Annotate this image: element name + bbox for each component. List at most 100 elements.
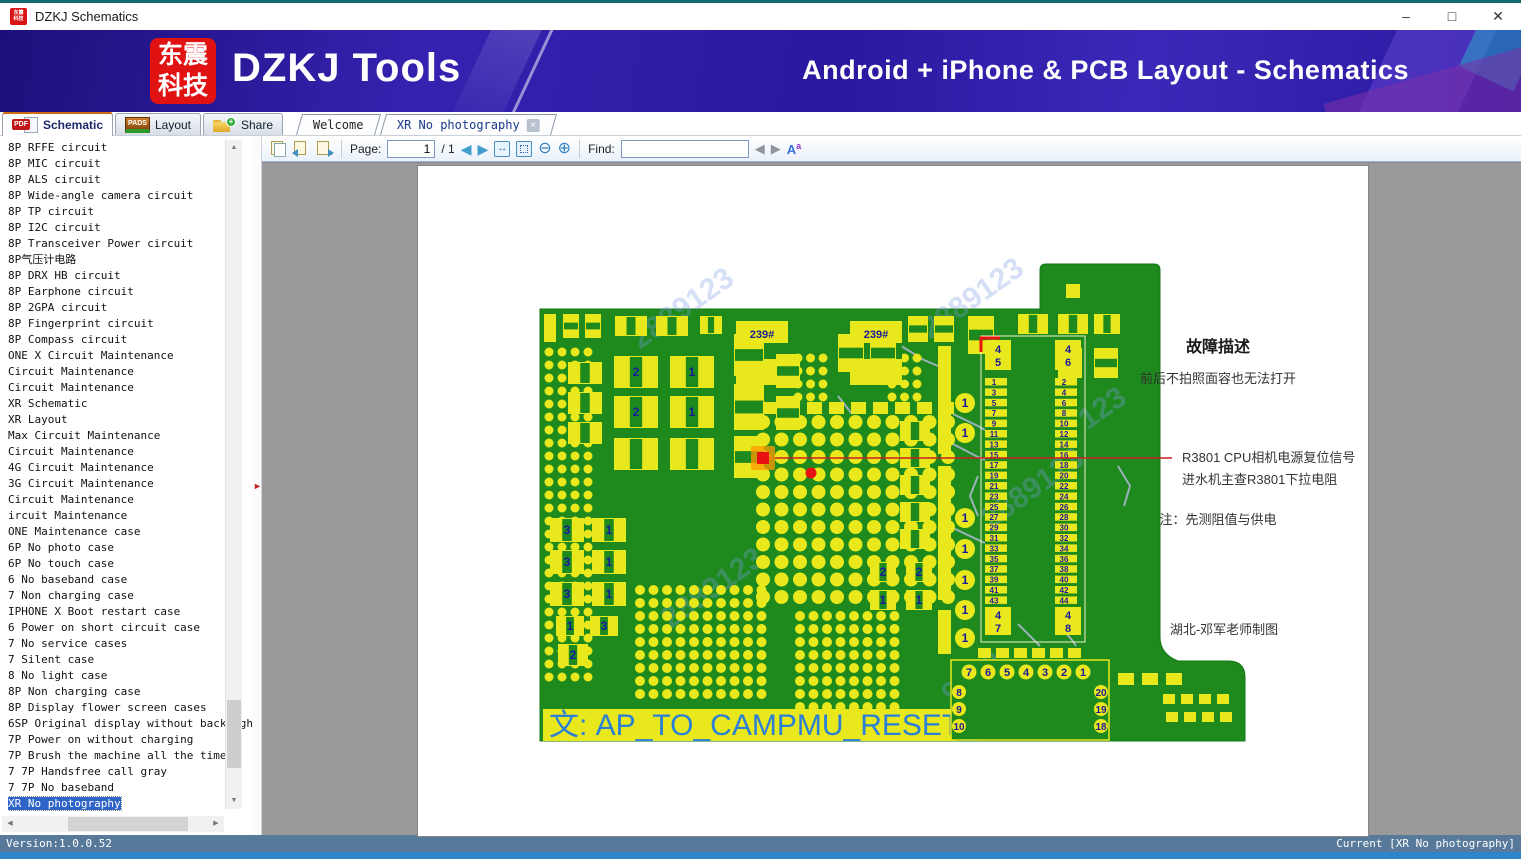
sidebar-splitter[interactable]: ►	[252, 136, 262, 835]
scrollbar-thumb[interactable]	[68, 817, 188, 831]
fit-page-icon[interactable]	[516, 140, 533, 157]
list-item[interactable]: 6SP Original display without backlight	[8, 716, 252, 732]
svg-text:7: 7	[992, 409, 997, 418]
svg-text:21: 21	[990, 482, 999, 491]
list-item[interactable]: Circuit Maintenance	[8, 444, 252, 460]
next-page-icon[interactable]: ▶	[477, 142, 488, 156]
svg-text:6: 6	[985, 667, 991, 679]
tab-schematic[interactable]: PDF Schematic	[2, 112, 114, 136]
share-icon: +	[213, 116, 236, 133]
list-item[interactable]: 8P气压计电路	[8, 252, 252, 268]
scrollbar-thumb[interactable]	[227, 700, 241, 768]
list-item[interactable]: Circuit Maintenance	[8, 492, 252, 508]
find-previous-icon[interactable]: ◀	[755, 141, 765, 156]
list-item[interactable]: 7P Power on without charging	[8, 732, 252, 748]
find-next-icon[interactable]: ▶	[771, 141, 781, 156]
list-item[interactable]: 8P Compass circuit	[8, 332, 252, 348]
scroll-left-icon[interactable]: ◀	[2, 816, 18, 832]
minimize-button[interactable]: –	[1383, 3, 1429, 30]
list-item[interactable]: 7 No service cases	[8, 636, 252, 652]
svg-text:20: 20	[1095, 688, 1107, 699]
font-size-icon[interactable]: Aa	[787, 141, 801, 157]
list-item[interactable]: 8P I2C circuit	[8, 220, 252, 236]
svg-text:8: 8	[1062, 409, 1067, 418]
list-item[interactable]: 8P Fingerprint circuit	[8, 316, 252, 332]
sidebar-vertical-scrollbar[interactable]: ▲ ▼	[225, 140, 242, 809]
list-item[interactable]: ONE Maintenance case	[8, 524, 252, 540]
page-input[interactable]	[387, 139, 436, 158]
list-item[interactable]: XR Schematic	[8, 396, 252, 412]
list-item[interactable]: IPHONE X Boot restart case	[8, 604, 252, 620]
svg-text:故障描述: 故障描述	[1186, 337, 1250, 356]
list-item[interactable]: 8P Wide-angle camera circuit	[8, 188, 252, 204]
list-item[interactable]: 6 No baseband case	[8, 572, 252, 588]
doc-tab-xr-no-photography[interactable]: XR No photography ×	[379, 114, 557, 135]
scroll-right-icon[interactable]: ▶	[208, 816, 224, 832]
svg-text:1: 1	[916, 593, 923, 607]
svg-text:35: 35	[990, 555, 999, 564]
list-item[interactable]: 8P 2GPA circuit	[8, 300, 252, 316]
list-item[interactable]: 8P MIC circuit	[8, 156, 252, 172]
list-item[interactable]: 8P TP circuit	[8, 204, 252, 220]
tab-share[interactable]: + Share	[203, 113, 284, 135]
list-item[interactable]: 8P RFFE circuit	[8, 140, 252, 156]
svg-text:10: 10	[1060, 420, 1069, 429]
svg-text:湖北-邓军老师制图: 湖北-邓军老师制图	[1170, 622, 1278, 637]
page-label: Page:	[350, 141, 382, 156]
maximize-button[interactable]: □	[1429, 3, 1475, 30]
list-item[interactable]: 8P Transceiver Power circuit	[8, 236, 252, 252]
list-item[interactable]: Max Circuit Maintenance	[8, 428, 252, 444]
tab-label: Layout	[154, 117, 191, 132]
list-item[interactable]: 6 Power on short circuit case	[8, 620, 252, 636]
list-item[interactable]: ircuit Maintenance	[8, 508, 252, 524]
list-item[interactable]: XR Layout	[8, 412, 252, 428]
list-item[interactable]: 3G Circuit Maintenance	[8, 476, 252, 492]
list-item[interactable]: 7 7P No baseband	[8, 780, 252, 796]
svg-text:1: 1	[962, 631, 969, 645]
prev-document-icon[interactable]	[292, 140, 310, 157]
list-item[interactable]: 8 No light case	[8, 668, 252, 684]
previous-page-icon[interactable]: ◀	[461, 142, 472, 156]
list-item[interactable]: Circuit Maintenance	[8, 364, 252, 380]
list-item[interactable]: 8P Display flower screen cases	[8, 700, 252, 716]
list-item[interactable]: 4G Circuit Maintenance	[8, 460, 252, 476]
brand-tagline: Android + iPhone & PCB Layout - Schemati…	[802, 55, 1409, 85]
list-item[interactable]: 8P Non charging case	[8, 684, 252, 700]
list-item[interactable]: 6P No touch case	[8, 556, 252, 572]
list-item[interactable]: 8P DRX HB circuit	[8, 268, 252, 284]
list-item[interactable]: 7P Brush the machine all the time	[8, 748, 252, 764]
list-item[interactable]: 7 Non charging case	[8, 588, 252, 604]
scroll-up-icon[interactable]: ▲	[226, 140, 242, 156]
copy-page-icon[interactable]	[270, 140, 287, 157]
svg-text:4: 4	[1065, 610, 1072, 622]
list-item[interactable]: XR No photography	[8, 796, 252, 812]
list-item[interactable]: 8P ALS circuit	[8, 172, 252, 188]
svg-text:22: 22	[1060, 482, 1069, 491]
svg-text:1: 1	[992, 378, 997, 387]
sidebar-horizontal-scrollbar[interactable]: ◀ ▶	[2, 816, 224, 832]
find-input[interactable]	[620, 139, 749, 158]
list-item[interactable]: ONE X Circuit Maintenance	[8, 348, 252, 364]
fit-width-icon[interactable]: ↔	[494, 140, 511, 157]
svg-text:2: 2	[633, 405, 640, 419]
close-icon[interactable]: ×	[526, 118, 540, 132]
svg-text:41: 41	[990, 586, 999, 595]
list-item[interactable]: 8P Earphone circuit	[8, 284, 252, 300]
schematic-sidebar: 8P RFFE circuit 8P MIC circuit 8P ALS circ…	[0, 136, 252, 835]
splitter-collapse-icon[interactable]: ►	[253, 481, 262, 491]
close-button[interactable]: ✕	[1475, 3, 1521, 30]
list-item[interactable]: 6P No photo case	[8, 540, 252, 556]
doc-tab-welcome[interactable]: Welcome	[296, 114, 381, 135]
svg-text:34: 34	[1060, 544, 1069, 553]
list-item[interactable]: 7 7P Handsfree call gray	[8, 764, 252, 780]
tab-layout[interactable]: PADS Layout	[115, 113, 201, 135]
svg-text:9: 9	[992, 420, 997, 429]
zoom-out-icon[interactable]: ⊖	[538, 140, 551, 157]
document-viewer[interactable]: 2889123288912328891232889123912312321213…	[262, 162, 1521, 836]
svg-text:7: 7	[966, 667, 972, 679]
next-document-icon[interactable]	[316, 140, 334, 157]
scroll-down-icon[interactable]: ▼	[226, 793, 242, 809]
list-item[interactable]: Circuit Maintenance	[8, 380, 252, 396]
list-item[interactable]: 7 Silent case	[8, 652, 252, 668]
zoom-in-icon[interactable]: ⊕	[558, 140, 571, 157]
